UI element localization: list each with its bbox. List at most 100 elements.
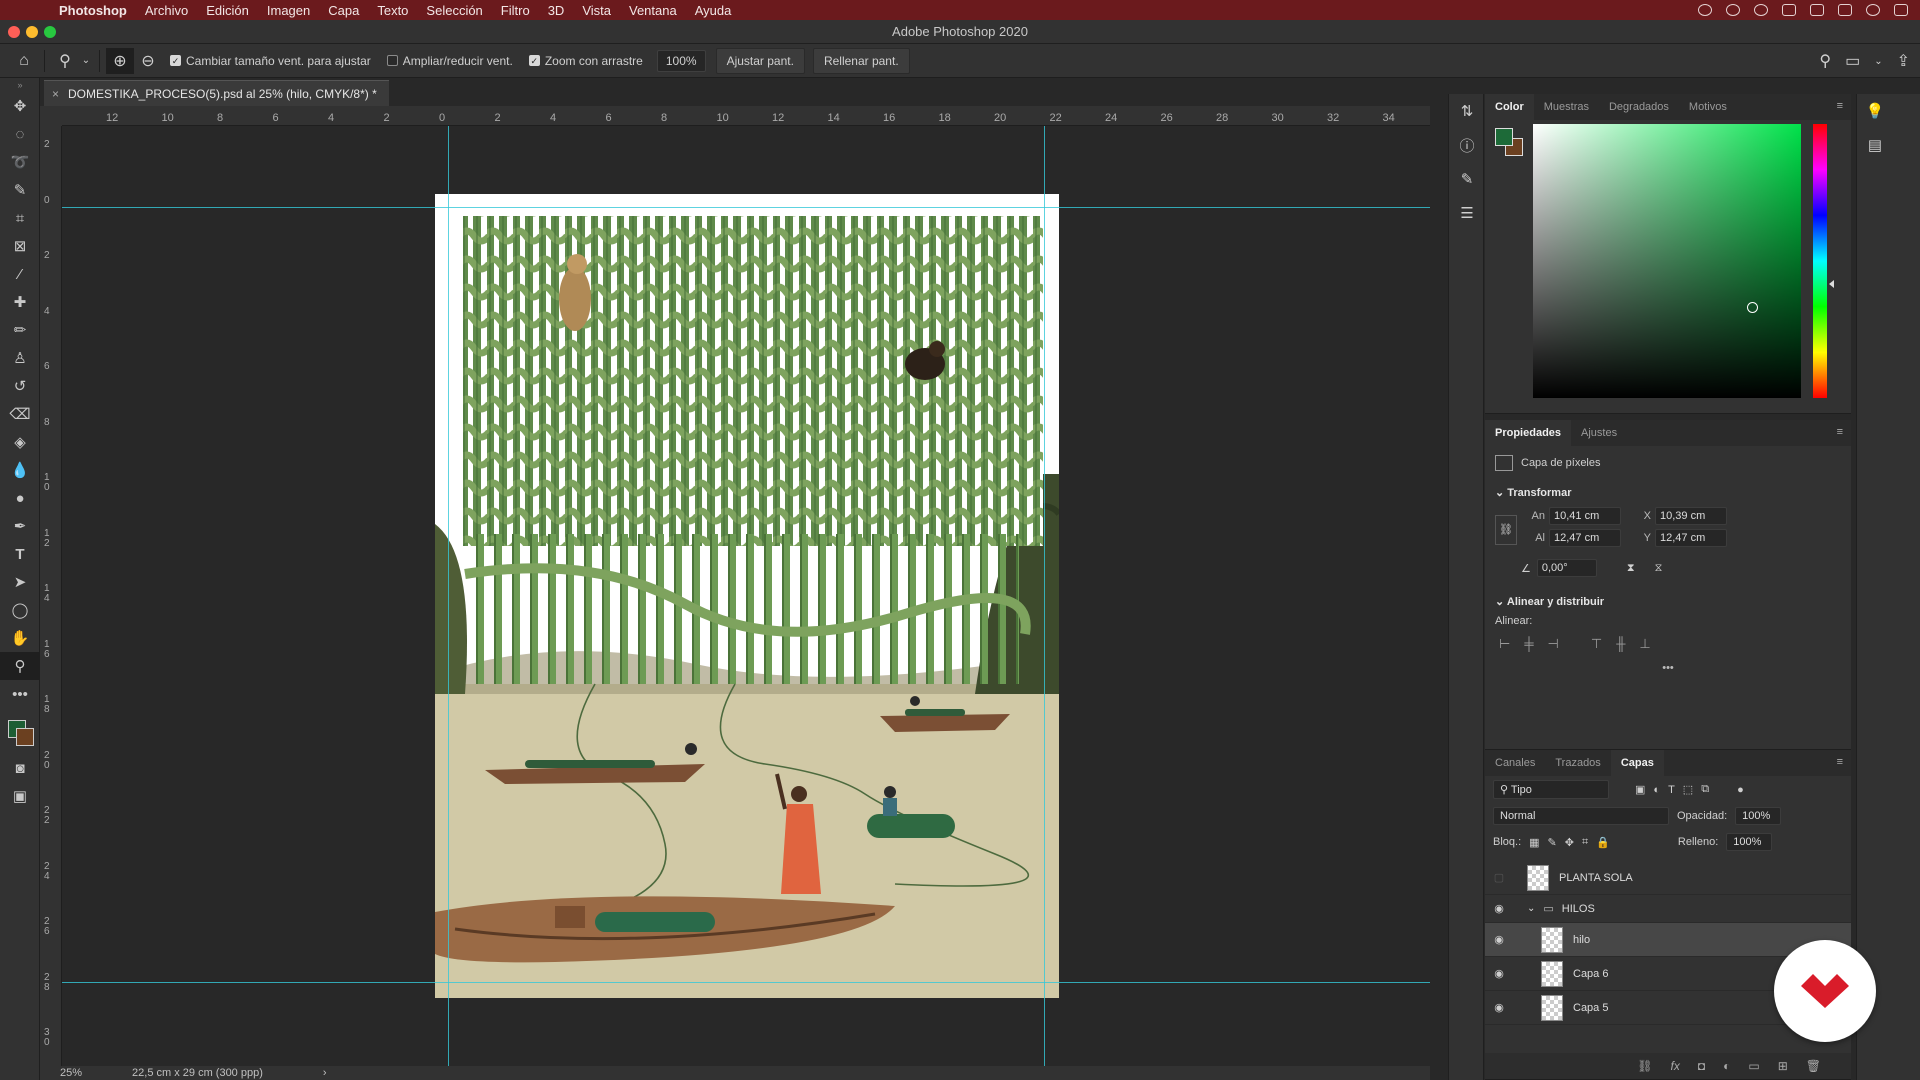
- panel-menu-icon[interactable]: ≡: [1837, 426, 1843, 438]
- chevron-down-icon[interactable]: ⌄: [1527, 903, 1535, 914]
- visibility-off-icon[interactable]: ▢: [1485, 871, 1513, 884]
- menu-seleccion[interactable]: Selección: [417, 3, 491, 18]
- menu-capa[interactable]: Capa: [319, 3, 368, 18]
- lock-pixels-icon[interactable]: ✎: [1548, 836, 1557, 849]
- hue-slider-marker[interactable]: [1829, 280, 1834, 288]
- hue-slider[interactable]: [1813, 124, 1827, 398]
- align-section-title[interactable]: ⌄ Alinear y distribuir: [1485, 589, 1851, 612]
- link-layers-icon[interactable]: ⛓: [1637, 1059, 1652, 1073]
- chevron-down-icon[interactable]: ⌄: [1874, 56, 1882, 67]
- zoom-tool-icon[interactable]: ⚲: [0, 652, 40, 680]
- brush-tool-icon[interactable]: ✏: [0, 316, 40, 344]
- color-panel-foreground-swatch[interactable]: [1495, 128, 1513, 146]
- shape-tool-icon[interactable]: ◯: [0, 596, 40, 624]
- tab-swatches[interactable]: Muestras: [1534, 94, 1599, 120]
- libraries-icon[interactable]: ▤: [1857, 128, 1893, 162]
- history-icon[interactable]: ⇅: [1449, 94, 1485, 128]
- align-center-h-icon[interactable]: ╪: [1524, 636, 1533, 652]
- flip-horizontal-icon[interactable]: ⧗: [1627, 562, 1635, 575]
- adjustments-sliders-icon[interactable]: ☰: [1449, 196, 1485, 230]
- color-picker-field[interactable]: [1533, 124, 1801, 398]
- filter-adjustment-icon[interactable]: ◐: [1653, 784, 1660, 796]
- eye-icon[interactable]: ◉: [1485, 902, 1513, 915]
- hand-tool-icon[interactable]: ✋: [0, 624, 40, 652]
- filter-pixel-icon[interactable]: ▣: [1635, 783, 1645, 796]
- history-brush-tool-icon[interactable]: ↺: [0, 372, 40, 400]
- layer-filter-select[interactable]: ⚲ Tipo: [1493, 780, 1609, 799]
- quick-mask-icon[interactable]: ◙: [0, 754, 40, 782]
- align-bottom-icon[interactable]: ⊥: [1639, 636, 1650, 652]
- home-icon[interactable]: ⌂: [10, 48, 38, 74]
- status-zoom[interactable]: 25%: [60, 1067, 82, 1079]
- menu-imagen[interactable]: Imagen: [258, 3, 319, 18]
- lock-all-icon[interactable]: 🔒: [1596, 836, 1610, 849]
- record-icon[interactable]: [1698, 4, 1712, 16]
- pen-tool-icon[interactable]: ✒: [0, 512, 40, 540]
- layer-fx-icon[interactable]: fx: [1671, 1059, 1680, 1073]
- workspace-icon[interactable]: ▭: [1845, 51, 1860, 71]
- info-icon[interactable]: ⓘ: [1449, 128, 1485, 162]
- creative-cloud-icon[interactable]: [1726, 4, 1740, 16]
- close-window-button[interactable]: [8, 26, 20, 38]
- tab-properties[interactable]: Propiedades: [1485, 420, 1572, 446]
- menu-ayuda[interactable]: Ayuda: [686, 3, 741, 18]
- eye-icon[interactable]: ◉: [1485, 933, 1513, 946]
- y-field[interactable]: 12,47 cm: [1655, 529, 1727, 547]
- screen-mode-icon[interactable]: ▣: [0, 782, 40, 810]
- tab-layers[interactable]: Capas: [1610, 750, 1664, 776]
- airplay-icon[interactable]: [1810, 4, 1824, 16]
- width-field[interactable]: 10,41 cm: [1549, 507, 1621, 525]
- tab-patterns[interactable]: Motivos: [1679, 94, 1737, 120]
- fit-screen-button[interactable]: Ajustar pant.: [715, 47, 805, 74]
- minimize-window-button[interactable]: [26, 26, 38, 38]
- panel-menu-icon[interactable]: ≡: [1837, 756, 1843, 768]
- zoom-window-button[interactable]: [44, 26, 56, 38]
- document-tab[interactable]: × DOMESTIKA_PROCESO(5).psd al 25% (hilo,…: [44, 80, 389, 106]
- frame-tool-icon[interactable]: ⊠: [0, 232, 40, 260]
- blend-mode-select[interactable]: Normal: [1493, 807, 1669, 825]
- panel-menu-icon[interactable]: ≡: [1837, 100, 1843, 112]
- zoom-percent-field[interactable]: 100%: [656, 49, 706, 72]
- crop-tool-icon[interactable]: ⌗: [0, 204, 40, 232]
- background-color-swatch[interactable]: [16, 728, 34, 746]
- guide-horizontal-top[interactable]: [62, 207, 1430, 208]
- dodge-tool-icon[interactable]: ●: [0, 484, 40, 512]
- filter-smart-object-icon[interactable]: ⧉: [1701, 783, 1709, 796]
- new-layer-icon[interactable]: ⊞: [1778, 1059, 1788, 1073]
- more-options-icon[interactable]: •••: [1485, 662, 1851, 674]
- flip-vertical-icon[interactable]: ⧖: [1655, 562, 1663, 575]
- height-field[interactable]: 12,47 cm: [1549, 529, 1621, 547]
- menu-archivo[interactable]: Archivo: [136, 3, 197, 18]
- opacity-field[interactable]: 100%: [1735, 807, 1782, 825]
- path-selection-tool-icon[interactable]: ➤: [0, 568, 40, 596]
- lock-position-icon[interactable]: ✥: [1565, 836, 1574, 849]
- link-dimensions-icon[interactable]: ⛓: [1495, 515, 1517, 545]
- volume-icon[interactable]: [1838, 4, 1852, 16]
- zoom-out-icon[interactable]: ⊖: [134, 48, 162, 74]
- more-tools-icon[interactable]: •••: [0, 680, 40, 708]
- chevron-down-icon[interactable]: ⌄: [79, 48, 93, 74]
- clone-stamp-tool-icon[interactable]: ♙: [0, 344, 40, 372]
- color-swatches[interactable]: [0, 708, 39, 754]
- vertical-ruler[interactable]: 2 0 2 4 6 8 1 0 1 2 1 4 1 6 1 8 2 0 2 2 2 4 2 6 2 8 3 0: [40, 126, 62, 1066]
- align-top-icon[interactable]: ⊤: [1591, 636, 1602, 652]
- blur-tool-icon[interactable]: 💧: [0, 456, 40, 484]
- collapse-arrows-icon[interactable]: »: [0, 78, 40, 92]
- new-adjustment-icon[interactable]: ◐: [1723, 1059, 1730, 1073]
- guide-vertical-right[interactable]: [1044, 126, 1045, 1066]
- zoom-tool-preset-icon[interactable]: ⚲: [51, 48, 79, 74]
- brush-settings-icon[interactable]: ✎: [1449, 162, 1485, 196]
- status-arrow-icon[interactable]: ›: [323, 1067, 327, 1079]
- notification-center-icon[interactable]: [1894, 4, 1908, 16]
- add-mask-icon[interactable]: ◘: [1698, 1059, 1705, 1073]
- filter-type-icon[interactable]: T: [1668, 784, 1675, 796]
- move-tool-icon[interactable]: ✥: [0, 92, 40, 120]
- filter-shape-icon[interactable]: ⬚: [1683, 783, 1693, 796]
- share-icon[interactable]: ⇪: [1897, 51, 1910, 71]
- layer-row-planta-sola[interactable]: ▢ PLANTA SOLA: [1485, 861, 1851, 895]
- fill-field[interactable]: 100%: [1726, 833, 1773, 851]
- zoom-in-icon[interactable]: ⊕: [106, 47, 134, 74]
- horizontal-ruler[interactable]: 12 10 8 6 4 2 0 2 4 6 8 10 12 14 16 18 20 22 24 26 28 30 32 34: [62, 106, 1430, 126]
- align-left-icon[interactable]: ⊢: [1499, 636, 1510, 652]
- tab-channels[interactable]: Canales: [1485, 750, 1545, 776]
